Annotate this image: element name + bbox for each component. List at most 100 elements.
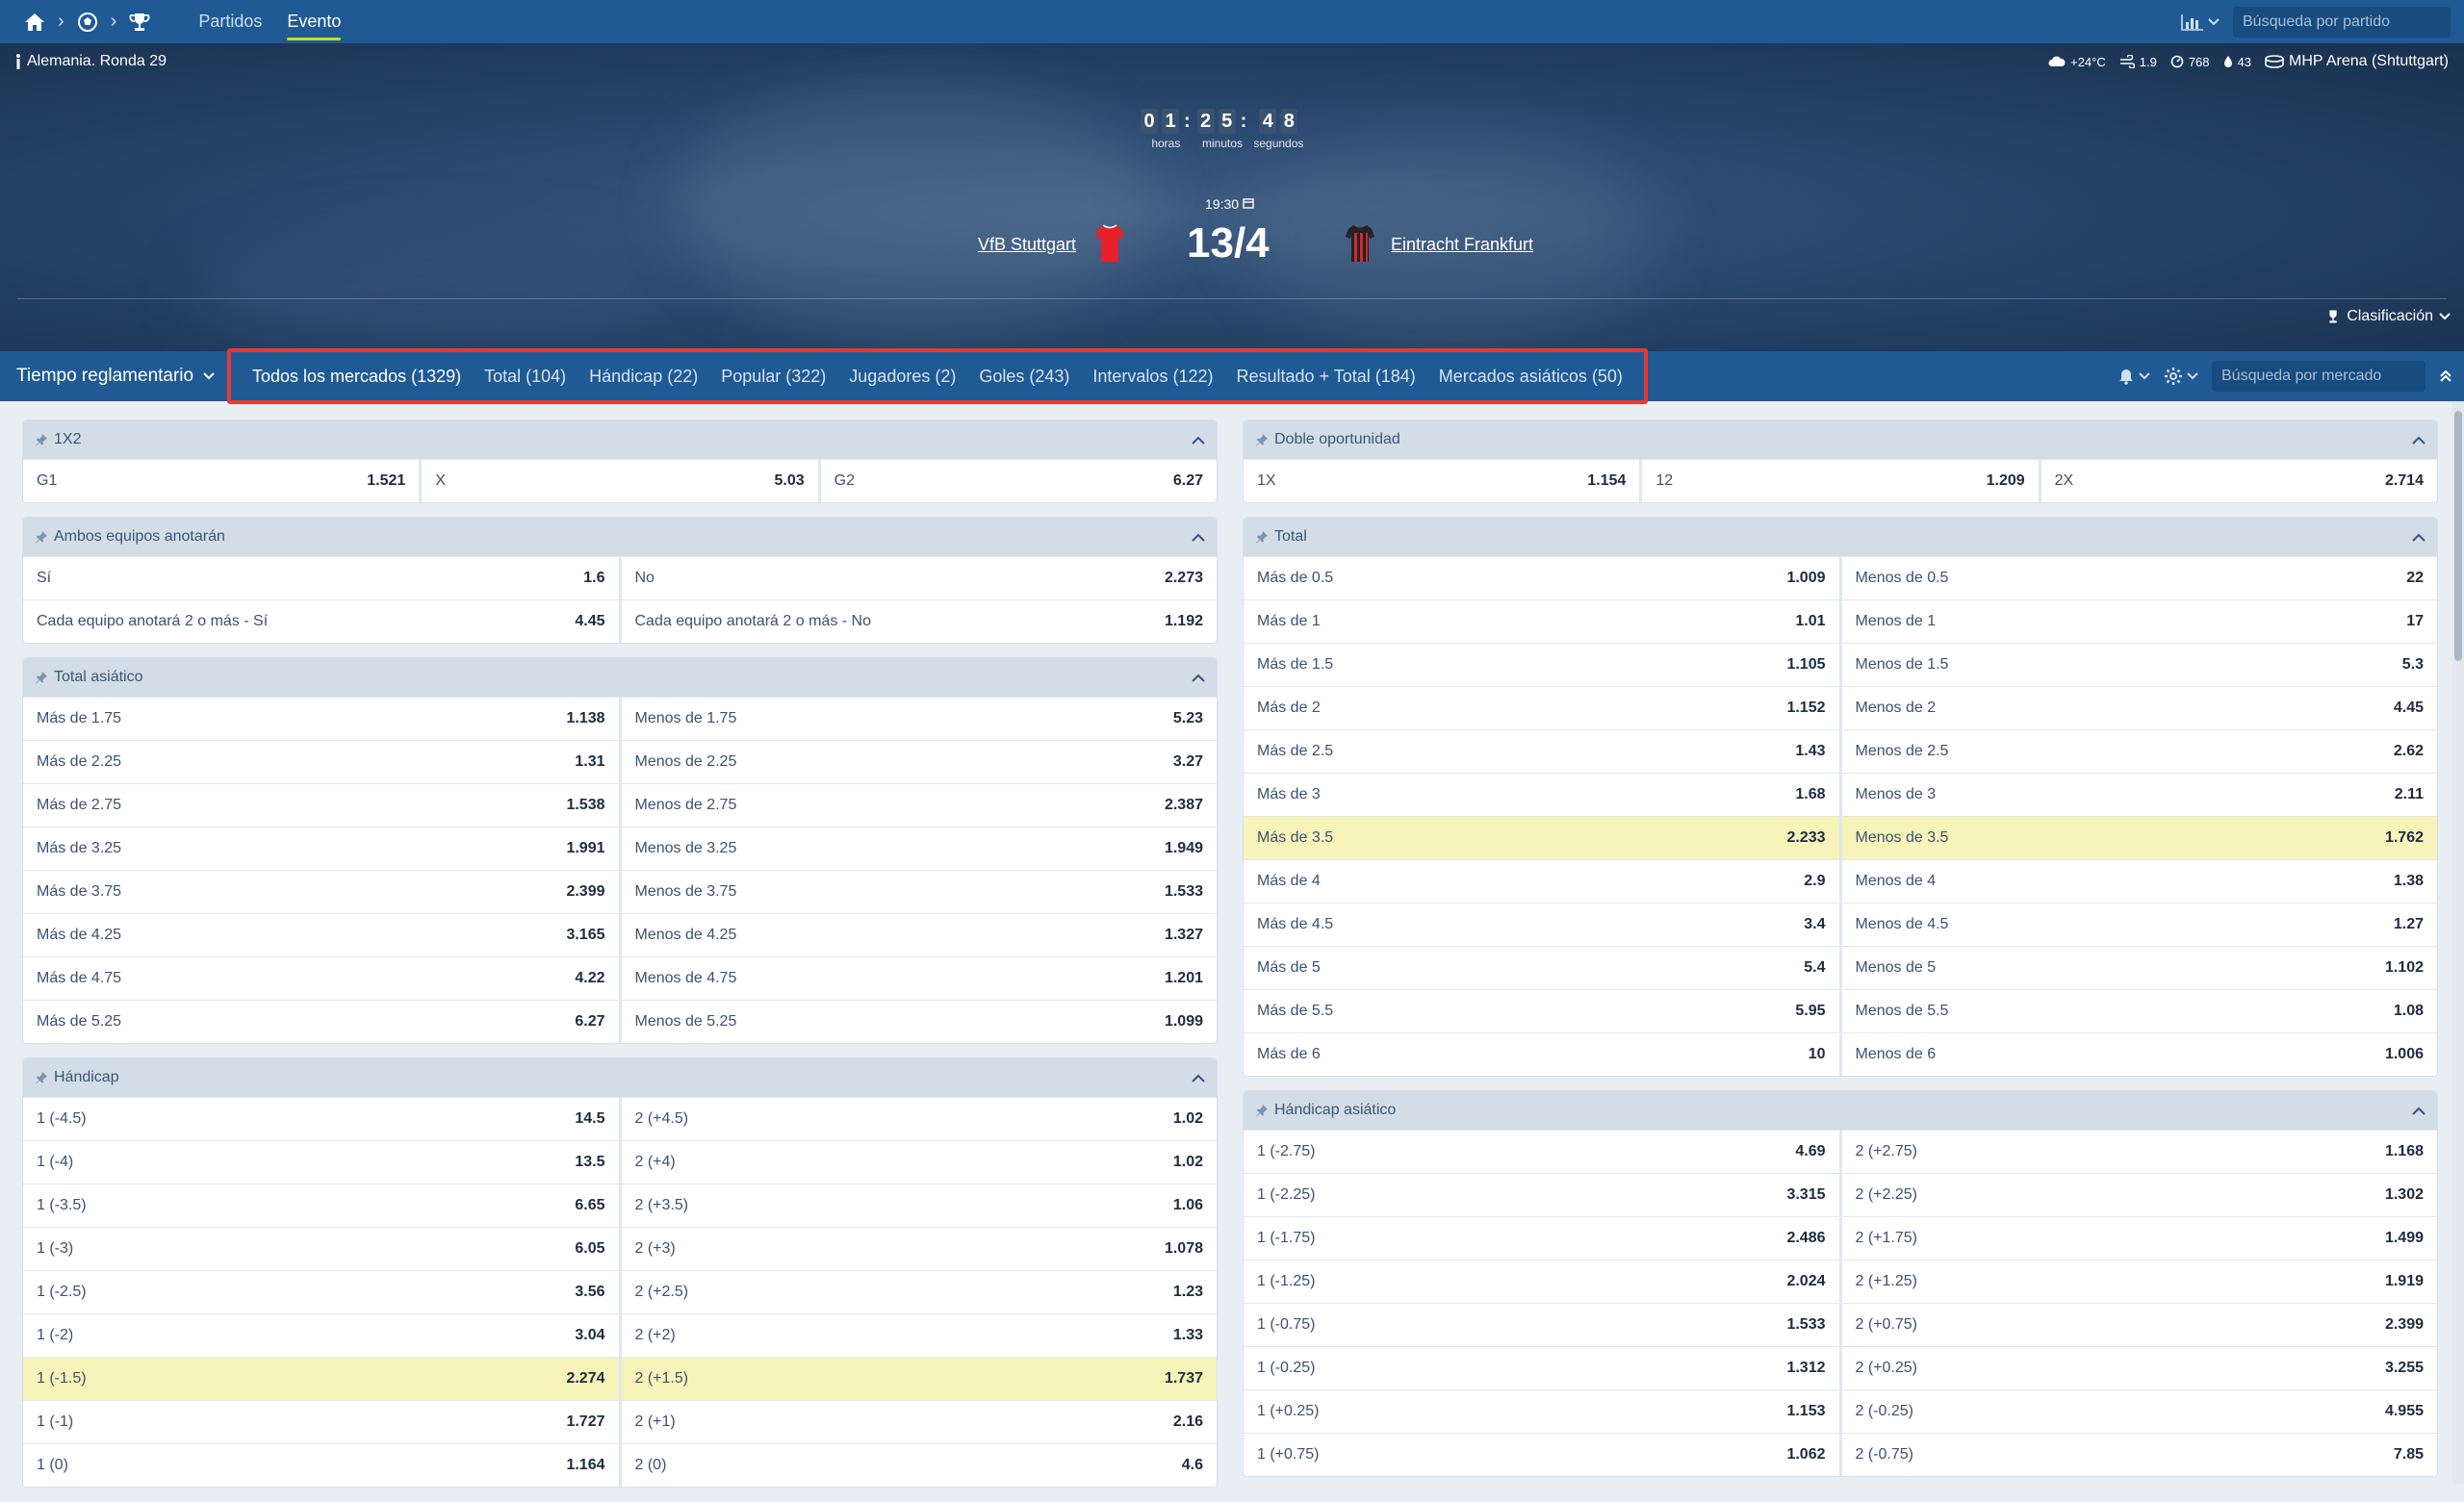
match-search-input[interactable]	[2243, 13, 2442, 31]
odds-button[interactable]: Menos de 5 1.102	[1838, 947, 2437, 989]
odds-button[interactable]: Menos de 2.75 2.387	[618, 784, 1217, 827]
market-header[interactable]: Ambos equipos anotarán	[23, 518, 1217, 556]
odds-button[interactable]: 1 (-2.25) 3.315	[1244, 1174, 1839, 1216]
odds-button[interactable]: Más de 2 1.152	[1244, 687, 1839, 729]
odds-button[interactable]: Menos de 3.25 1.949	[618, 827, 1217, 870]
odds-button[interactable]: 1 (-3.5) 6.65	[23, 1184, 619, 1227]
odds-button[interactable]: 2 (+1) 2.16	[618, 1401, 1217, 1443]
odds-button[interactable]: 2 (+2) 1.33	[618, 1314, 1217, 1357]
odds-button[interactable]: 1 (-4.5) 14.5	[23, 1098, 619, 1140]
odds-button[interactable]: 1 (+0.25) 1.153	[1244, 1390, 1839, 1433]
odds-button[interactable]: Menos de 4.5 1.27	[1838, 904, 2437, 946]
tab-total[interactable]: Total (104)	[473, 367, 578, 387]
odds-button[interactable]: Menos de 1 17	[1838, 600, 2437, 643]
market-header[interactable]: 1X2	[23, 420, 1217, 459]
odds-button[interactable]: Más de 2.25 1.31	[23, 741, 619, 783]
odds-button[interactable]: Menos de 5.5 1.08	[1838, 990, 2437, 1032]
chevron-up-icon[interactable]	[1192, 1074, 1205, 1082]
chevron-up-icon[interactable]	[1192, 436, 1205, 445]
odds-button[interactable]: 1 (-3) 6.05	[23, 1228, 619, 1270]
odds-button[interactable]: Menos de 5.25 1.099	[618, 1001, 1217, 1043]
tab-result-total[interactable]: Resultado + Total (184)	[1224, 367, 1426, 387]
pin-icon[interactable]	[1255, 1104, 1269, 1117]
odds-button[interactable]: Más de 3 1.68	[1244, 774, 1839, 816]
odds-button[interactable]: Menos de 3.5 1.762	[1838, 817, 2437, 859]
statistics-dropdown[interactable]	[2181, 13, 2220, 31]
odds-button[interactable]: Más de 2.75 1.538	[23, 784, 619, 827]
chevron-up-icon[interactable]	[1192, 674, 1205, 682]
scrollbar-thumb[interactable]	[2454, 411, 2462, 661]
chevron-up-icon[interactable]	[1192, 533, 1205, 542]
odds-button[interactable]: 1 (-0.75) 1.533	[1244, 1304, 1839, 1346]
odds-button[interactable]: 1 (-2) 3.04	[23, 1314, 619, 1357]
odds-button[interactable]: Más de 1.75 1.138	[23, 698, 619, 740]
odds-button[interactable]: 2 (+1.75) 1.499	[1838, 1217, 2437, 1260]
odds-button[interactable]: Más de 5.5 5.95	[1244, 990, 1839, 1032]
odds-button[interactable]: Menos de 3 2.11	[1838, 774, 2437, 816]
odds-button[interactable]: Menos de 4.75 1.201	[618, 957, 1217, 1000]
pin-icon[interactable]	[35, 433, 48, 446]
odds-button[interactable]: G1 1.521	[23, 460, 420, 502]
chevron-up-icon[interactable]	[2412, 1107, 2426, 1115]
odds-button[interactable]: Cada equipo anotará 2 o más - Sí 4.45	[23, 600, 619, 643]
trophy-icon[interactable]	[126, 9, 153, 36]
odds-button[interactable]: 2 (+0.25) 3.255	[1838, 1347, 2437, 1389]
odds-button[interactable]: X 5.03	[419, 460, 818, 502]
chevron-up-icon[interactable]	[2412, 533, 2426, 542]
odds-button[interactable]: 2 (+2.25) 1.302	[1838, 1174, 2437, 1216]
market-search-input[interactable]	[2221, 368, 2421, 385]
nav-link-evento[interactable]: Evento	[274, 0, 353, 43]
odds-button[interactable]: Menos de 2.25 3.27	[618, 741, 1217, 783]
home-icon[interactable]	[21, 9, 48, 36]
odds-button[interactable]: Más de 4.25 3.165	[23, 914, 619, 956]
settings-dropdown[interactable]	[2164, 367, 2198, 386]
odds-button[interactable]: 1 (-1) 1.727	[23, 1401, 619, 1443]
pin-icon[interactable]	[35, 671, 48, 684]
market-header[interactable]: Total asiático	[23, 658, 1217, 697]
odds-button[interactable]: 2X 2.714	[2038, 460, 2437, 502]
odds-button[interactable]: Más de 1 1.01	[1244, 600, 1839, 643]
away-team-link[interactable]: Eintracht Frankfurt	[1391, 235, 1533, 255]
odds-button[interactable]: 1 (-1.75) 2.486	[1244, 1217, 1839, 1260]
pin-icon[interactable]	[35, 530, 48, 544]
odds-button[interactable]: Más de 5.25 6.27	[23, 1001, 619, 1043]
odds-button[interactable]: Más de 1.5 1.105	[1244, 644, 1839, 686]
odds-button[interactable]: 2 (+3.5) 1.06	[618, 1184, 1217, 1227]
odds-button[interactable]: 2 (+1.25) 1.919	[1838, 1260, 2437, 1303]
market-header[interactable]: Total	[1244, 518, 2437, 556]
odds-button[interactable]: Menos de 1.5 5.3	[1838, 644, 2437, 686]
odds-button[interactable]: Sí 1.6	[23, 557, 619, 599]
odds-button[interactable]: 1 (-2.5) 3.56	[23, 1271, 619, 1313]
tab-players[interactable]: Jugadores (2)	[837, 367, 967, 387]
odds-button[interactable]: 2 (+0.75) 2.399	[1838, 1304, 2437, 1346]
odds-button[interactable]: 2 (+4.5) 1.02	[618, 1098, 1217, 1140]
pin-icon[interactable]	[1255, 530, 1269, 544]
odds-button[interactable]: Más de 3.75 2.399	[23, 871, 619, 913]
odds-button[interactable]: Más de 0.5 1.009	[1244, 557, 1839, 599]
odds-button[interactable]: 12 1.209	[1639, 460, 2039, 502]
odds-button[interactable]: Más de 6 10	[1244, 1033, 1839, 1076]
odds-button[interactable]: Más de 3.5 2.233	[1244, 817, 1839, 859]
market-header[interactable]: Doble oportunidad	[1244, 420, 2437, 459]
odds-button[interactable]: Menos de 4 1.38	[1838, 860, 2437, 903]
tab-asian-markets[interactable]: Mercados asiáticos (50)	[1427, 367, 1634, 387]
page-scrollbar[interactable]	[2452, 401, 2464, 1485]
odds-button[interactable]: 2 (-0.75) 7.85	[1838, 1434, 2437, 1476]
odds-button[interactable]: Más de 4.75 4.22	[23, 957, 619, 1000]
calendar-icon[interactable]	[1243, 197, 1254, 209]
odds-button[interactable]: G2 6.27	[817, 460, 1217, 502]
nav-link-partidos[interactable]: Partidos	[186, 0, 274, 43]
tab-popular[interactable]: Popular (322)	[709, 367, 837, 387]
tab-all-markets[interactable]: Todos los mercados (1329)	[241, 367, 473, 387]
pin-icon[interactable]	[1255, 433, 1269, 446]
period-dropdown[interactable]: Tiempo reglamentario	[0, 366, 227, 387]
notifications-dropdown[interactable]	[2118, 368, 2150, 385]
odds-button[interactable]: Menos de 1.75 5.23	[618, 698, 1217, 740]
odds-button[interactable]: 1 (+0.75) 1.062	[1244, 1434, 1839, 1476]
odds-button[interactable]: 2 (+3) 1.078	[618, 1228, 1217, 1270]
odds-button[interactable]: 2 (0) 4.6	[618, 1444, 1217, 1487]
odds-button[interactable]: 1 (-1.25) 2.024	[1244, 1260, 1839, 1303]
standings-dropdown[interactable]: Clasificación	[2325, 308, 2451, 325]
collapse-all-button[interactable]	[2439, 369, 2452, 383]
odds-button[interactable]: 2 (-0.25) 4.955	[1838, 1390, 2437, 1433]
